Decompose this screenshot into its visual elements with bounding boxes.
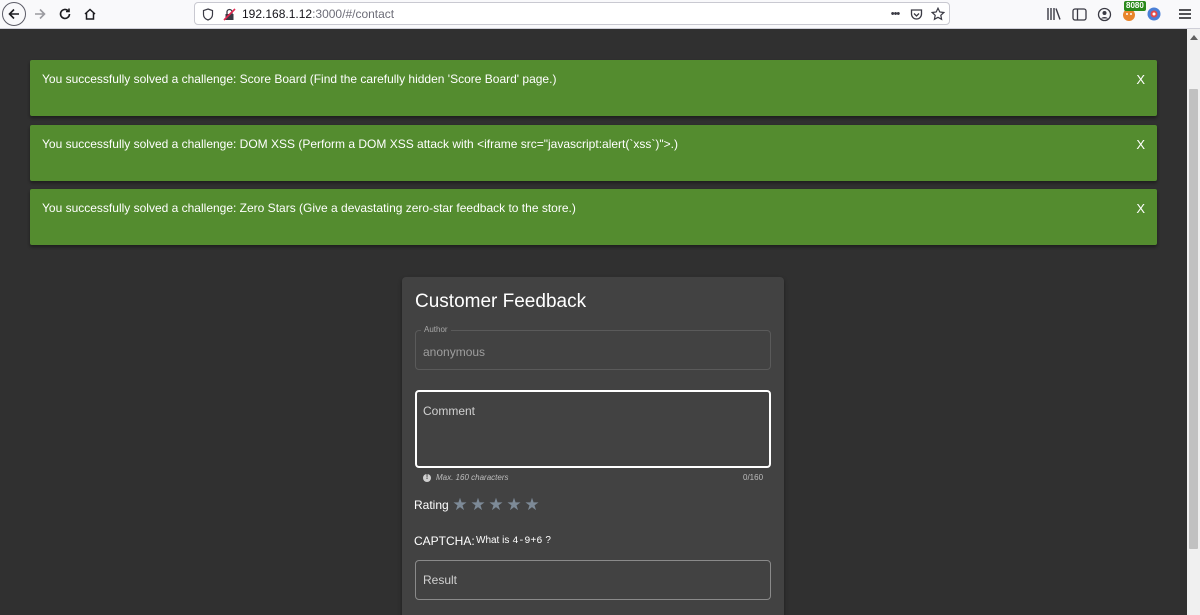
- card-title: Customer Feedback: [415, 291, 587, 312]
- star-icon[interactable]: ★: [470, 495, 486, 515]
- extension-icon[interactable]: [1145, 5, 1163, 23]
- author-value: anonymous: [423, 345, 486, 359]
- browser-toolbar: 192.168.1.12:3000/#/contact ••• 8080: [0, 0, 1200, 29]
- notification-text: You successfully solved a challenge: DOM…: [42, 137, 678, 151]
- author-field: Author anonymous: [415, 325, 771, 370]
- comment-hint-text: Max. 160 characters: [436, 473, 509, 482]
- scrollbar-thumb[interactable]: [1189, 89, 1198, 549]
- notification-text: You successfully solved a challenge: Sco…: [42, 72, 557, 86]
- challenge-notification: You successfully solved a challenge: Zer…: [30, 189, 1157, 245]
- sidebar-icon[interactable]: [1070, 5, 1088, 23]
- customer-feedback-card: Customer Feedback Author anonymous Comme…: [402, 277, 784, 615]
- url-host: 192.168.1.12: [242, 7, 313, 21]
- author-label: Author: [421, 325, 451, 334]
- star-icon[interactable]: ★: [506, 495, 522, 515]
- page-actions-icon[interactable]: •••: [887, 6, 903, 22]
- notification-close-button[interactable]: X: [1136, 201, 1145, 216]
- forward-button[interactable]: [28, 2, 52, 26]
- challenge-notification: You successfully solved a challenge: DOM…: [30, 125, 1157, 181]
- arrow-left-icon: [8, 8, 19, 20]
- captcha-question: What is 4-9+6?: [476, 535, 551, 547]
- bookmark-star-icon[interactable]: [930, 6, 946, 22]
- comment-hint: ! Max. 160 characters: [423, 473, 508, 482]
- proxy-port-badge: 8080: [1124, 1, 1146, 11]
- comment-textarea[interactable]: Comment: [415, 390, 771, 468]
- rating-label: Rating: [414, 498, 449, 512]
- challenge-notification: You successfully solved a challenge: Sco…: [30, 60, 1157, 116]
- url-text[interactable]: 192.168.1.12:3000/#/contact: [242, 7, 394, 21]
- rating-stars: ★ ★ ★ ★ ★: [452, 495, 540, 515]
- insecure-lock-icon[interactable]: [221, 6, 237, 22]
- back-button[interactable]: [2, 2, 26, 26]
- hamburger-menu-icon[interactable]: [1176, 5, 1194, 23]
- character-counter: 0/160: [743, 473, 764, 482]
- result-placeholder: Result: [423, 573, 458, 587]
- account-icon[interactable]: [1095, 5, 1113, 23]
- home-icon: [84, 8, 96, 20]
- star-icon[interactable]: ★: [524, 495, 540, 515]
- captcha-label: CAPTCHA:: [414, 534, 475, 548]
- captcha-prefix: What is: [476, 535, 510, 546]
- comment-placeholder: Comment: [423, 404, 476, 418]
- info-icon: !: [423, 473, 431, 482]
- reload-button[interactable]: [53, 2, 77, 26]
- star-icon[interactable]: ★: [488, 495, 504, 515]
- captcha-result-input[interactable]: Result: [415, 560, 771, 600]
- captcha-expression: 4-9+6: [512, 536, 543, 547]
- arrow-right-icon: [35, 8, 46, 20]
- library-icon[interactable]: [1045, 5, 1063, 23]
- notification-close-button[interactable]: X: [1136, 72, 1145, 87]
- captcha-suffix: ?: [545, 535, 551, 546]
- notification-close-button[interactable]: X: [1136, 137, 1145, 152]
- notification-text: You successfully solved a challenge: Zer…: [42, 201, 576, 215]
- star-icon[interactable]: ★: [452, 495, 468, 515]
- reload-icon: [59, 8, 71, 20]
- pocket-icon[interactable]: [908, 6, 924, 22]
- home-button[interactable]: [78, 2, 102, 26]
- address-bar[interactable]: 192.168.1.12:3000/#/contact •••: [194, 2, 950, 25]
- url-path: :3000/#/contact: [312, 7, 395, 21]
- shield-icon[interactable]: [200, 6, 216, 22]
- scroll-up-arrow-icon[interactable]: [1187, 31, 1200, 43]
